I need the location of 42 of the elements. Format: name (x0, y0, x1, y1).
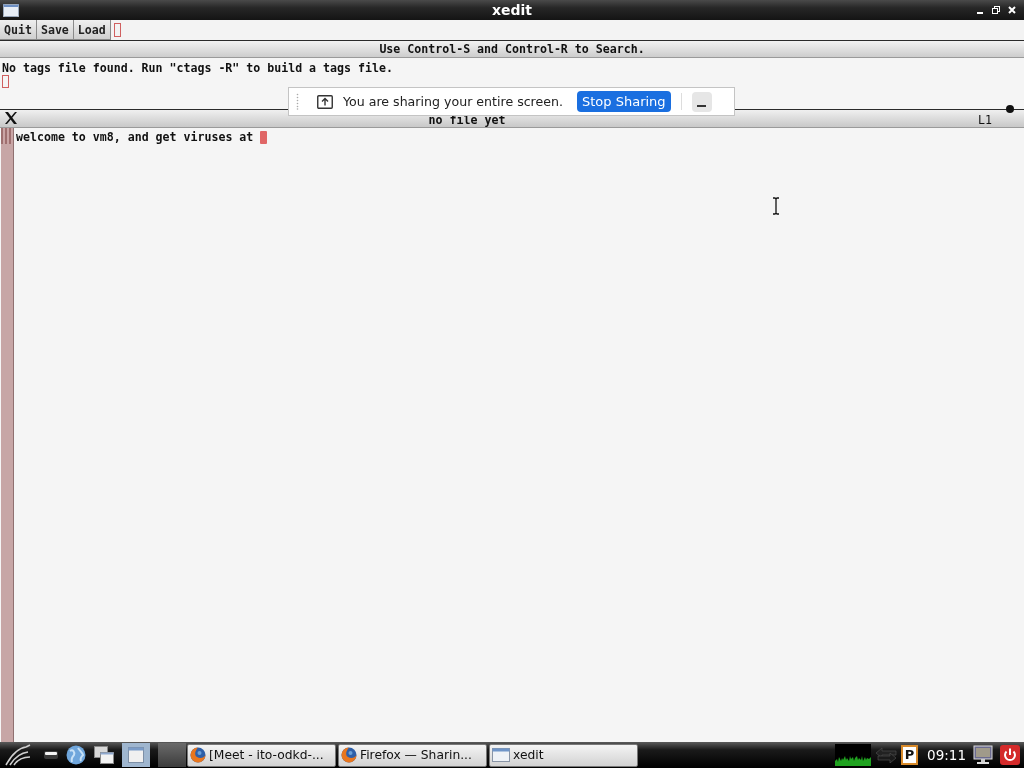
close-icon[interactable] (1008, 6, 1016, 14)
windows-icon[interactable] (94, 745, 114, 765)
swoosh-logo-icon[interactable] (4, 744, 32, 766)
taskbar-button[interactable]: [Meet - ito-odkd-... (187, 743, 336, 767)
cursor-icon (260, 131, 268, 144)
i-beam-cursor-icon (772, 197, 780, 215)
cpu-monitor-graph (835, 744, 872, 766)
monitor-icon[interactable] (973, 745, 993, 765)
indicator-badge[interactable]: P (901, 745, 919, 765)
grip-dot-icon[interactable] (1006, 105, 1014, 113)
window-icon (3, 3, 19, 17)
line-indicator: L1 (978, 115, 992, 127)
hide-button[interactable] (691, 91, 712, 112)
share-screen-icon (317, 94, 333, 109)
rounded-bar-icon[interactable] (44, 750, 58, 760)
menu-button[interactable]: Quit (0, 20, 37, 40)
power-icon[interactable] (1000, 745, 1020, 765)
drag-handle-icon[interactable] (296, 93, 299, 110)
share-message: You are sharing your entire screen. (343, 94, 563, 109)
firefox-icon (341, 747, 357, 763)
scrollbar-thumb[interactable] (1, 128, 13, 144)
restore-icon[interactable] (992, 6, 1000, 14)
editor-text: welcome to vm8, and get viruses at (16, 131, 254, 144)
search-hint: Use Control-S and Control-R to Search. (379, 42, 645, 56)
network-arrows-icon (874, 747, 899, 763)
taskbar-button[interactable]: xedit (489, 743, 638, 767)
menu-button[interactable]: Load (73, 20, 111, 40)
window-title: xedit (491, 1, 532, 19)
menu-button[interactable]: Save (36, 20, 74, 40)
message-text: No tags file found. Run "ctags -R" to build a tags file. (2, 62, 393, 75)
cursor-icon (2, 75, 9, 88)
taskbar-button[interactable]: Firefox — Sharin... (338, 743, 487, 767)
firefox-icon (190, 747, 206, 763)
scrollbar-track[interactable] (1, 128, 14, 742)
x-logo-icon (4, 111, 18, 125)
stop-sharing-button[interactable]: Stop Sharing (577, 91, 671, 112)
window-icon[interactable] (122, 743, 150, 767)
cursor-icon (113, 23, 121, 37)
window-icon (492, 748, 510, 762)
globe-icon[interactable] (66, 745, 86, 765)
minimize-icon (697, 104, 707, 107)
clock[interactable]: 09:11 (927, 746, 966, 764)
